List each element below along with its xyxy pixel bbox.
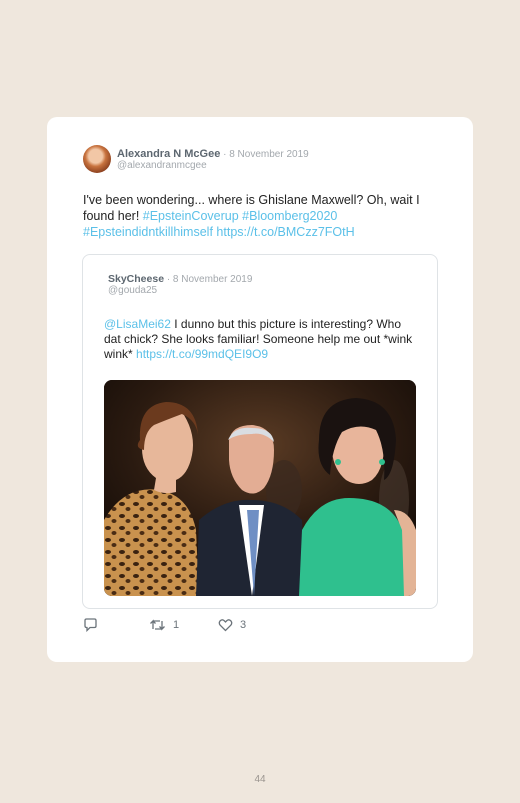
quoted-link[interactable]: https://t.co/99mdQEI9O9	[136, 347, 268, 361]
tweet-card: Alexandra N McGee · 8 November 2019 @ale…	[47, 117, 473, 662]
retweet-icon	[150, 619, 165, 631]
author-avatar[interactable]	[83, 145, 111, 173]
hashtag-epsteincoverup[interactable]: #EpsteinCoverup	[143, 209, 239, 223]
heart-icon	[218, 619, 233, 632]
retweet-count: 1	[173, 619, 180, 631]
mention-link[interactable]: @LisaMei62	[104, 317, 171, 331]
hashtag-bloomberg2020[interactable]: #Bloomberg2020	[242, 209, 337, 223]
reply-action[interactable]	[83, 618, 98, 632]
quoted-handle: @gouda25	[108, 285, 158, 296]
quoted-photo[interactable]	[104, 380, 416, 596]
quoted-author-name[interactable]: SkyCheese	[108, 273, 164, 285]
tweet-actions: 1 3	[83, 618, 383, 634]
reply-icon	[84, 618, 97, 632]
quoted-date: · 8 November 2019	[164, 274, 253, 285]
hashtag-epsteindidntkillhimself[interactable]: #Epsteindidntkillhimself	[83, 225, 213, 239]
author-name[interactable]: Alexandra N McGee	[117, 148, 220, 160]
quoted-text: @LisaMei62 I dunno but this picture is i…	[104, 317, 414, 362]
photo-illustration	[104, 380, 416, 596]
like-count: 3	[240, 619, 247, 631]
tweet-date: · 8 November 2019	[220, 149, 309, 160]
retweet-action[interactable]: 1	[149, 618, 179, 632]
quoted-tweet[interactable]: SkyCheese · 8 November 2019 @gouda25 @Li…	[82, 254, 438, 609]
page-number: 44	[254, 774, 266, 785]
tweet-link[interactable]: https://t.co/BMCzz7FOtH	[216, 225, 354, 239]
like-action[interactable]: 3	[218, 618, 246, 632]
author-handle: @alexandranmcgee	[117, 160, 207, 171]
tweet-text: I've been wondering... where is Ghislane…	[83, 192, 443, 240]
